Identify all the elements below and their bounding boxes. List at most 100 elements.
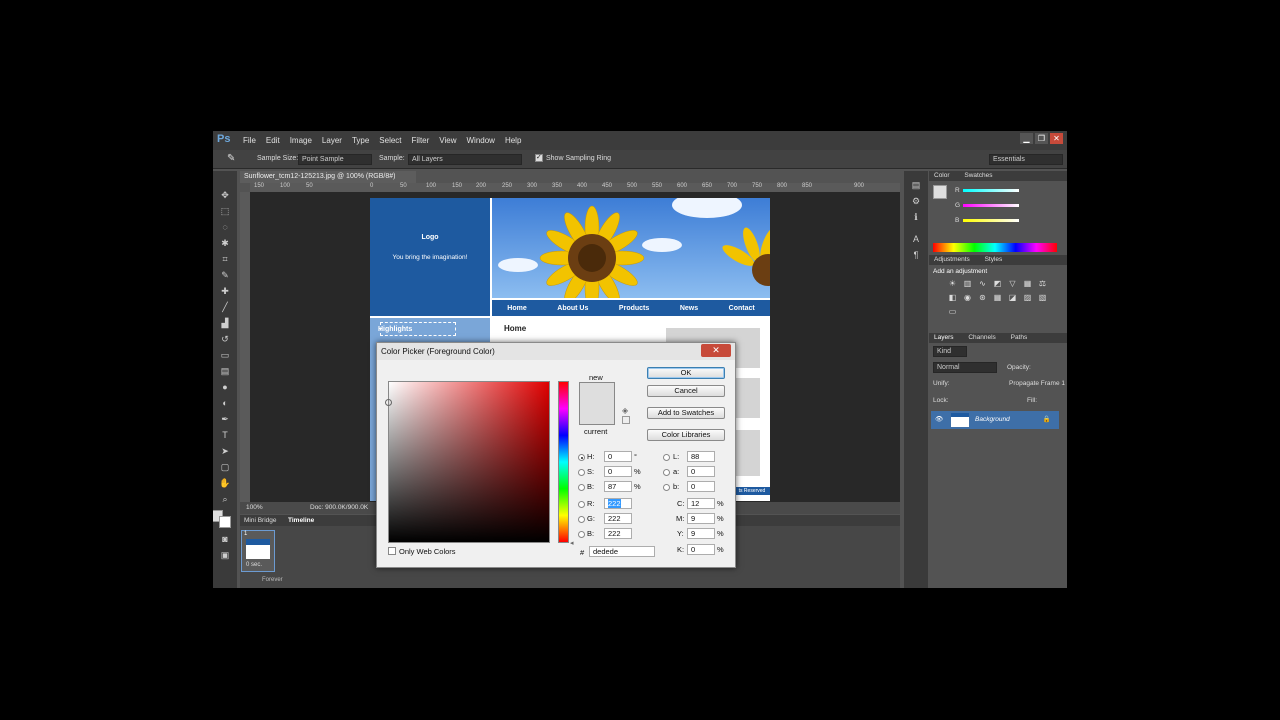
nav-contact[interactable]: Contact xyxy=(729,305,755,312)
loop-select[interactable]: Forever xyxy=(262,577,283,583)
foreground-swatch[interactable] xyxy=(933,185,947,199)
stamp-tool-icon[interactable]: ▟ xyxy=(213,315,237,331)
frame-delay[interactable]: 0 sec. xyxy=(246,562,262,568)
character-icon[interactable]: A xyxy=(904,231,928,247)
sample-select[interactable]: All Layers xyxy=(408,154,522,165)
h-input[interactable]: 0 xyxy=(604,451,632,462)
brush-tool-icon[interactable]: ╱ xyxy=(213,299,237,315)
gradient-tool-icon[interactable]: ▤ xyxy=(213,363,237,379)
menu-layer[interactable]: Layer xyxy=(322,136,342,145)
show-ring-checkbox[interactable]: ✓ xyxy=(535,154,543,162)
shape-tool-icon[interactable]: ▢ xyxy=(213,459,237,475)
menu-select[interactable]: Select xyxy=(379,136,401,145)
r-slider[interactable] xyxy=(963,189,1019,192)
menu-edit[interactable]: Edit xyxy=(266,136,280,145)
eyedropper-tool-icon[interactable]: ✎ xyxy=(213,267,237,283)
pen-tool-icon[interactable]: ✒ xyxy=(213,411,237,427)
layer-row[interactable]: 👁 Background 🔒 xyxy=(931,411,1059,429)
nav-home[interactable]: Home xyxy=(507,305,526,312)
tab-color[interactable]: Color xyxy=(934,172,950,179)
paragraph-icon[interactable]: ¶ xyxy=(904,247,928,263)
menu-file[interactable]: File xyxy=(243,136,256,145)
menu-image[interactable]: Image xyxy=(290,136,312,145)
menu-view[interactable]: View xyxy=(439,136,456,145)
hand-tool-icon[interactable]: ✋ xyxy=(213,475,237,491)
healing-tool-icon[interactable]: ✚ xyxy=(213,283,237,299)
color-spectrum[interactable] xyxy=(933,243,1057,252)
close-button[interactable]: ✕ xyxy=(1050,133,1063,144)
quick-select-tool-icon[interactable]: ✱ xyxy=(213,235,237,251)
history-icon[interactable]: ▤ xyxy=(904,177,928,193)
web-safe-icon[interactable] xyxy=(622,416,630,424)
s-radio[interactable] xyxy=(578,469,585,476)
dialog-close-button[interactable]: ✕ xyxy=(701,344,731,357)
screen-mode-icon[interactable]: ▣ xyxy=(213,547,237,563)
gradient-map-icon[interactable]: ▭ xyxy=(947,307,958,317)
cube-icon[interactable]: ◈ xyxy=(622,406,628,415)
g-input[interactable]: 222 xyxy=(604,513,632,524)
workspace-select[interactable]: Essentials xyxy=(989,154,1063,165)
tab-adjustments[interactable]: Adjustments xyxy=(934,256,970,263)
zoom-tool-icon[interactable]: ⌕ xyxy=(213,491,237,507)
dodge-tool-icon[interactable]: ◐ xyxy=(213,395,237,411)
invert-icon[interactable]: ◪ xyxy=(1007,293,1018,303)
ok-button[interactable]: OK xyxy=(647,367,725,379)
lab-b-input[interactable]: 0 xyxy=(687,481,715,492)
hue-slider-handle-icon[interactable]: ◂ xyxy=(570,539,574,547)
eraser-tool-icon[interactable]: ▭ xyxy=(213,347,237,363)
c-input[interactable]: 12 xyxy=(687,498,715,509)
current-color-swatch[interactable] xyxy=(579,403,615,425)
color-swatches-icon[interactable] xyxy=(213,507,237,531)
k-input[interactable]: 0 xyxy=(687,544,715,555)
threshold-icon[interactable]: ▧ xyxy=(1037,293,1048,303)
b-radio[interactable] xyxy=(578,531,585,538)
brightness-icon[interactable]: ☀ xyxy=(947,279,958,289)
cancel-button[interactable]: Cancel xyxy=(647,385,725,397)
nav-news[interactable]: News xyxy=(680,305,698,312)
r-input[interactable]: 222 xyxy=(604,498,632,509)
document-tab[interactable]: Sunflower_tcm12-125213.jpg @ 100% (RGB/8… xyxy=(240,171,416,183)
history-brush-icon[interactable]: ↺ xyxy=(213,331,237,347)
add-to-swatches-button[interactable]: Add to Swatches xyxy=(647,407,725,419)
menu-help[interactable]: Help xyxy=(505,136,521,145)
tab-channels[interactable]: Channels xyxy=(968,334,995,341)
g-radio[interactable] xyxy=(578,516,585,523)
posterize-icon[interactable]: ▨ xyxy=(1022,293,1033,303)
a-radio[interactable] xyxy=(663,469,670,476)
minimize-button[interactable]: ▁ xyxy=(1020,133,1033,144)
menu-type[interactable]: Type xyxy=(352,136,369,145)
color-balance-icon[interactable]: ⚖ xyxy=(1037,279,1048,289)
photo-filter-icon[interactable]: ◉ xyxy=(962,293,973,303)
type-tool-icon[interactable]: T xyxy=(213,427,237,443)
propagate-label[interactable]: Propagate Frame 1 xyxy=(1009,380,1065,387)
blend-mode-select[interactable]: Normal xyxy=(933,362,997,373)
actions-icon[interactable]: ⚙ xyxy=(904,193,928,209)
menu-window[interactable]: Window xyxy=(467,136,495,145)
hex-input[interactable]: dedede xyxy=(589,546,655,557)
lasso-tool-icon[interactable]: ◌ xyxy=(213,219,237,235)
animation-frame[interactable]: 1 0 sec. xyxy=(241,530,275,572)
exposure-icon[interactable]: ◩ xyxy=(992,279,1003,289)
blur-tool-icon[interactable]: ● xyxy=(213,379,237,395)
tab-mini-bridge[interactable]: Mini Bridge xyxy=(244,517,277,524)
r-radio[interactable] xyxy=(578,501,585,508)
color-lookup-icon[interactable]: ▦ xyxy=(992,293,1003,303)
b-slider[interactable] xyxy=(963,219,1019,222)
tab-swatches[interactable]: Swatches xyxy=(964,172,992,179)
l-input[interactable]: 88 xyxy=(687,451,715,462)
quick-mask-icon[interactable]: ◙ xyxy=(213,531,237,547)
l-radio[interactable] xyxy=(663,454,670,461)
b-input[interactable]: 222 xyxy=(604,528,632,539)
h-radio[interactable] xyxy=(578,454,585,461)
g-slider[interactable] xyxy=(963,204,1019,207)
path-select-tool-icon[interactable]: ➤ xyxy=(213,443,237,459)
hue-slider[interactable] xyxy=(558,381,569,543)
crop-tool-icon[interactable]: ⌗ xyxy=(213,251,237,267)
info-icon[interactable]: ℹ xyxy=(904,209,928,225)
move-tool-icon[interactable]: ✥ xyxy=(213,187,237,203)
lab-b-radio[interactable] xyxy=(663,484,670,491)
tab-styles[interactable]: Styles xyxy=(985,256,1003,263)
bright-input[interactable]: 87 xyxy=(604,481,632,492)
sample-size-select[interactable]: Point Sample xyxy=(298,154,372,165)
tab-timeline[interactable]: Timeline xyxy=(288,517,314,524)
